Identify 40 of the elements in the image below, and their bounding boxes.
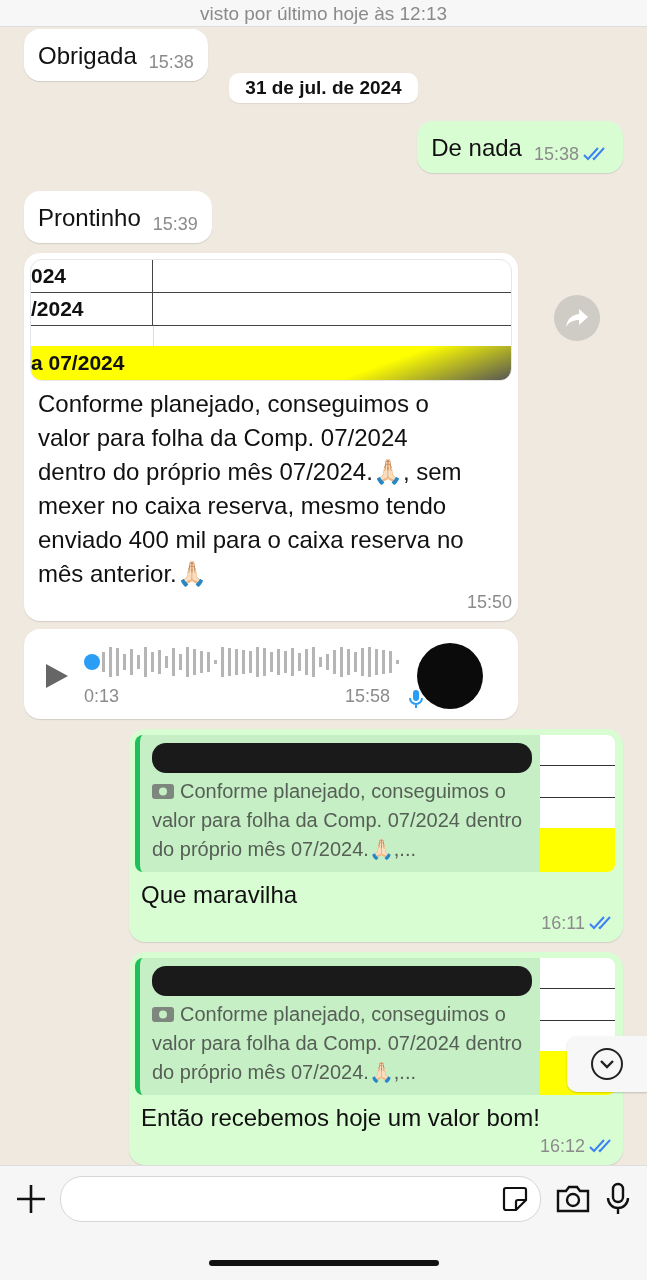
message-text: Obrigada (38, 41, 137, 71)
forward-icon (565, 307, 589, 329)
message-text: De nada (431, 133, 522, 163)
message-text: Prontinho (38, 203, 141, 233)
message-time: 15:38 (533, 143, 579, 165)
message-time: 16:11 (541, 912, 585, 934)
audio-progress-thumb[interactable] (84, 654, 100, 670)
message-time: 15:50 (466, 591, 512, 613)
message-time: 15:58 (344, 685, 390, 707)
play-icon (44, 662, 70, 690)
camera-button[interactable] (555, 1184, 591, 1214)
date-label: 31 de jul. de 2024 (229, 73, 418, 103)
quoted-message[interactable]: Conforme planejado, conseguimos o valor para folha da Comp. 07/2024 dentro do próprio mês 07/2024.🙏🏻,... (135, 958, 615, 1095)
message-time: 16:12 (539, 1135, 585, 1157)
microphone-button[interactable] (605, 1182, 631, 1216)
message-text: Que maravilha (141, 881, 298, 908)
message-time: 15:39 (152, 213, 198, 235)
sticker-icon[interactable] (502, 1186, 528, 1212)
play-button[interactable] (44, 662, 70, 690)
spreadsheet-cell: 024 (31, 260, 153, 292)
spreadsheet-cell: a 07/2024 (31, 346, 511, 380)
spreadsheet-cell: /2024 (31, 293, 153, 325)
camera-icon (152, 1005, 174, 1022)
plus-icon (16, 1184, 46, 1214)
quoted-text: Conforme planejado, conseguimos o valor para folha da Comp. 07/2024 dentro do próprio mês 07/2024.🙏🏻,... (152, 1002, 524, 1085)
scroll-down-button[interactable] (567, 1036, 647, 1092)
message-input[interactable] (60, 1176, 541, 1222)
camera-icon (152, 782, 174, 799)
camera-icon (555, 1184, 591, 1214)
last-seen-status: visto por último hoje às 12:13 (199, 3, 448, 25)
message-time: 15:38 (148, 51, 194, 73)
audio-duration: 0:13 (84, 685, 120, 707)
microphone-icon (605, 1182, 631, 1216)
microphone-icon (409, 689, 423, 709)
message-text: Conforme planejado, conseguimos o valor para folha da Comp. 07/2024 dentro do próprio mês 07/2024.🙏🏻, sem mexer no caixa reserva, mesmo tendo enviado 400 mil para o caixa reserva no mês anterior.🙏🏻 (38, 389, 465, 589)
quoted-text: Conforme planejado, conseguimos o valor para folha da Comp. 07/2024 dentro do próprio mês 07/2024.🙏🏻,... (152, 779, 524, 862)
attach-button[interactable] (16, 1184, 46, 1214)
message-text: Então recebemos hoje um valor bom! (141, 1104, 540, 1131)
quoted-message[interactable]: Conforme planejado, conseguimos o valor para folha da Comp. 07/2024 dentro do próprio mês 07/2024.🙏🏻,... (135, 735, 615, 872)
chevron-down-icon (590, 1047, 624, 1081)
